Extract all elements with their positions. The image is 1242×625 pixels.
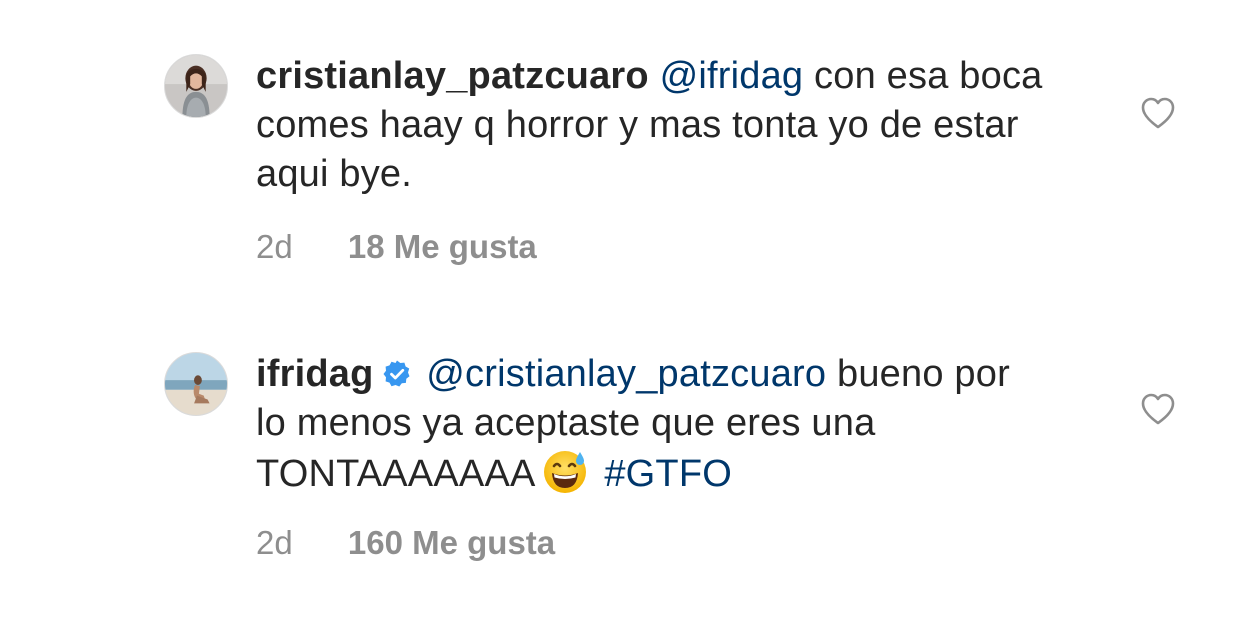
comment-likes[interactable]: 18 Me gusta: [348, 228, 537, 265]
comment-username[interactable]: cristianlay_patzcuaro: [256, 55, 649, 97]
comment-time: 2d: [256, 228, 293, 265]
comment-meta: 2d 18 Me gusta: [256, 228, 537, 266]
avatar[interactable]: [164, 352, 228, 416]
comment-likes[interactable]: 160 Me gusta: [348, 524, 555, 561]
grinning-face-with-sweat-icon: [542, 448, 588, 494]
comment-hashtag[interactable]: #GTFO: [604, 453, 732, 495]
comment-time: 2d: [256, 524, 293, 561]
comment-mention[interactable]: @ifridag: [660, 55, 804, 97]
heart-icon[interactable]: [1140, 392, 1176, 426]
avatar[interactable]: [164, 54, 228, 118]
comment-body: cristianlay_patzcuaro @ifridag con esa b…: [256, 52, 1046, 199]
comment-username[interactable]: ifridag: [256, 353, 374, 395]
avatar-photo: [165, 353, 227, 415]
comment-mention[interactable]: @cristianlay_patzcuaro: [426, 353, 826, 395]
comment-body: ifridag @cristianlay_patzcuaro bueno por…: [256, 350, 1046, 499]
verified-badge-icon: [382, 353, 412, 387]
comment-meta: 2d 160 Me gusta: [256, 524, 555, 562]
heart-icon[interactable]: [1140, 96, 1176, 130]
avatar-photo: [165, 55, 227, 117]
